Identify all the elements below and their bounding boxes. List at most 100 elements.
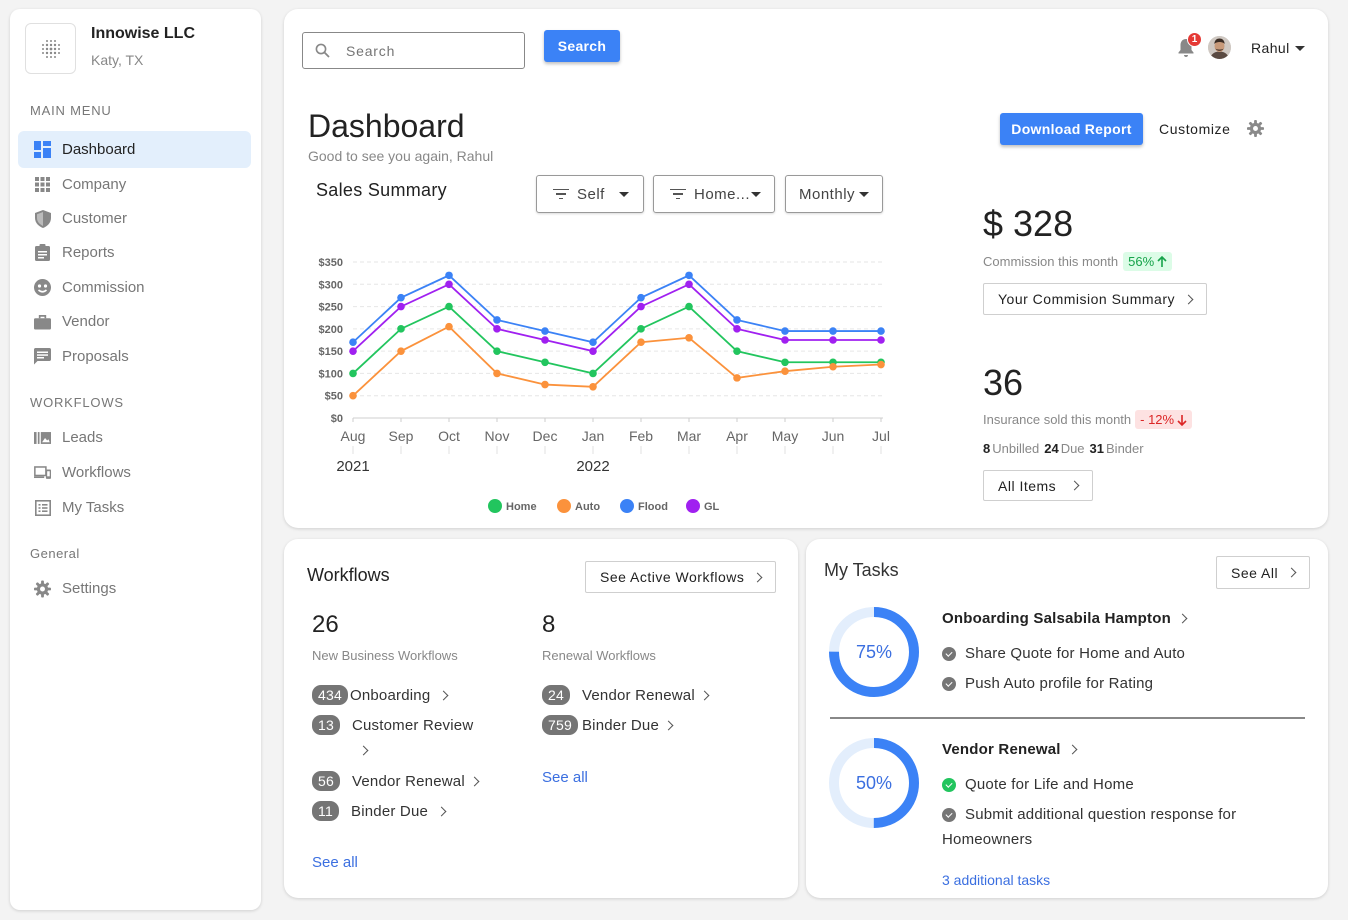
task-item[interactable]: Submit additional question response for xyxy=(942,806,1236,823)
search-box[interactable] xyxy=(302,32,525,69)
clipboard-icon xyxy=(34,244,51,261)
data-point xyxy=(877,327,885,335)
notification-bell[interactable]: 1 xyxy=(1177,32,1202,58)
search-icon xyxy=(315,43,330,58)
commission-summary-button[interactable]: Your Commision Summary xyxy=(983,283,1207,315)
sidebar-item-label: Proposals xyxy=(62,348,129,365)
workflow-item-label: Vendor Renewal xyxy=(581,686,695,704)
data-point xyxy=(637,338,645,347)
see-all-tasks-button[interactable]: See All xyxy=(1216,556,1310,589)
sidebar-item-settings[interactable]: Settings xyxy=(18,570,251,607)
sidebar-item-my-tasks[interactable]: My Tasks xyxy=(18,489,251,526)
company-logo[interactable] xyxy=(25,23,76,74)
insurance-row: Insurance sold this month - 12% xyxy=(983,410,1193,429)
sidebar-item-leads[interactable]: Leads xyxy=(18,419,251,456)
legend-label: Auto xyxy=(575,501,600,513)
sidebar-item-company[interactable]: Company xyxy=(18,166,251,203)
chevron-right-icon xyxy=(1067,744,1078,755)
task-item[interactable]: Push Auto profile for Rating xyxy=(942,675,1153,692)
task-item[interactable]: Share Quote for Home and Auto xyxy=(942,645,1185,662)
task-item-label: Share Quote for Home and Auto xyxy=(965,645,1186,662)
sidebar-item-proposals[interactable]: Proposals xyxy=(18,338,251,375)
dashboard-icon xyxy=(34,141,51,158)
user-menu[interactable]: Rahul xyxy=(1251,40,1305,56)
data-point xyxy=(349,391,357,400)
see-all-new-link[interactable]: See all xyxy=(312,854,358,871)
x-tick-label: Dec xyxy=(533,428,558,444)
task-group-title[interactable]: Vendor Renewal xyxy=(942,741,1078,758)
x-tick-label: Feb xyxy=(629,428,653,444)
data-point xyxy=(397,302,405,311)
data-point xyxy=(445,322,453,331)
see-all-renewal-link[interactable]: See all xyxy=(542,769,588,786)
page-subtitle: Good to see you again, Rahul xyxy=(308,148,494,164)
x-tick-label: Jan xyxy=(582,428,605,444)
sidebar-item-label: Dashboard xyxy=(62,141,136,158)
data-point xyxy=(589,383,597,391)
unbilled-count: 8 xyxy=(983,441,991,456)
sidebar-item-label: Reports xyxy=(62,244,115,261)
sidebar-item-workflows[interactable]: Workflows xyxy=(18,454,251,491)
data-point xyxy=(541,380,549,389)
avatar[interactable] xyxy=(1208,36,1231,59)
all-items-label: All Items xyxy=(998,477,1057,494)
data-point xyxy=(637,293,645,302)
additional-tasks-link[interactable]: 3 additional tasks xyxy=(942,872,1050,888)
series-line xyxy=(352,325,882,397)
chevron-right-icon xyxy=(663,720,674,730)
user-name: Rahul xyxy=(1251,40,1290,56)
sidebar-item-label: Company xyxy=(62,176,127,193)
sidebar-item-commission[interactable]: Commission xyxy=(18,269,251,306)
all-items-button[interactable]: All Items xyxy=(983,470,1093,501)
face-icon xyxy=(34,279,51,296)
workflow-count-badge: 56 xyxy=(312,771,340,791)
filter-self-label: Self xyxy=(577,185,605,203)
workflow-count-badge: 759 xyxy=(542,715,578,735)
filter-icon xyxy=(670,188,686,200)
workflows-section-label: WORKFLOWS xyxy=(30,395,124,410)
x-tick-label: Aug xyxy=(341,428,366,444)
x-tick-label: Mar xyxy=(677,428,701,444)
filter-self-dropdown[interactable]: Self xyxy=(536,175,644,213)
customize-link[interactable]: Customize xyxy=(1159,120,1264,137)
workflow-item-customer-review[interactable]: 13 Customer Review xyxy=(312,715,473,735)
task-group-title[interactable]: Onboarding Salsabila Hampton xyxy=(942,610,1188,627)
sales-chart: $0 $50 $100 $150 $200 $250 $300 $350 Aug Sep Oct No… xyxy=(319,257,890,513)
search-button[interactable]: Search xyxy=(544,30,620,62)
data-point xyxy=(493,316,501,324)
data-point xyxy=(589,347,597,355)
data-point xyxy=(685,302,693,311)
workflow-item-renewal-vendor[interactable]: 24 Vendor Renewal xyxy=(542,685,710,705)
workflow-item-onboarding[interactable]: 434 Onboarding xyxy=(312,685,449,705)
see-active-workflows-button[interactable]: See Active Workflows xyxy=(585,561,776,593)
chevron-right-icon xyxy=(1286,567,1297,578)
commission-amount: $ 328 xyxy=(983,203,1074,244)
workflow-item-binder-due[interactable]: 11 Binder Due xyxy=(312,801,447,821)
data-point xyxy=(733,316,741,324)
workflow-item-renewal-binder[interactable]: 759 Binder Due xyxy=(542,715,674,735)
filter-period-dropdown[interactable]: Monthly xyxy=(785,175,883,213)
progress-label: 75% xyxy=(855,642,893,662)
general-section-label: General xyxy=(30,546,80,561)
commission-row: Commission this month 56% xyxy=(983,252,1173,271)
see-all-tasks-label: See All xyxy=(1231,564,1279,581)
download-report-button[interactable]: Download Report xyxy=(1000,113,1143,145)
data-point xyxy=(877,336,885,344)
sidebar-item-customer[interactable]: Customer xyxy=(18,200,251,237)
sidebar-item-dashboard[interactable]: Dashboard xyxy=(18,131,251,168)
sidebar-item-reports[interactable]: Reports xyxy=(18,234,251,271)
data-point xyxy=(685,280,693,289)
data-point xyxy=(733,347,741,355)
workflow-item-vendor-renewal[interactable]: 56 Vendor Renewal xyxy=(312,771,480,791)
new-workflows-label: New Business Workflows xyxy=(312,648,458,663)
leads-icon xyxy=(34,429,51,446)
task-item[interactable]: Quote for Life and Home xyxy=(942,776,1134,793)
progress-label: 50% xyxy=(855,773,893,793)
search-input[interactable] xyxy=(346,42,506,59)
data-point xyxy=(493,369,501,378)
chevron-down-icon xyxy=(859,191,869,197)
y-tick-label: $300 xyxy=(319,279,343,291)
sidebar-item-vendor[interactable]: Vendor xyxy=(18,303,251,340)
workflow-item-label: Onboarding xyxy=(349,686,431,704)
filter-home-dropdown[interactable]: Home... xyxy=(653,175,775,213)
